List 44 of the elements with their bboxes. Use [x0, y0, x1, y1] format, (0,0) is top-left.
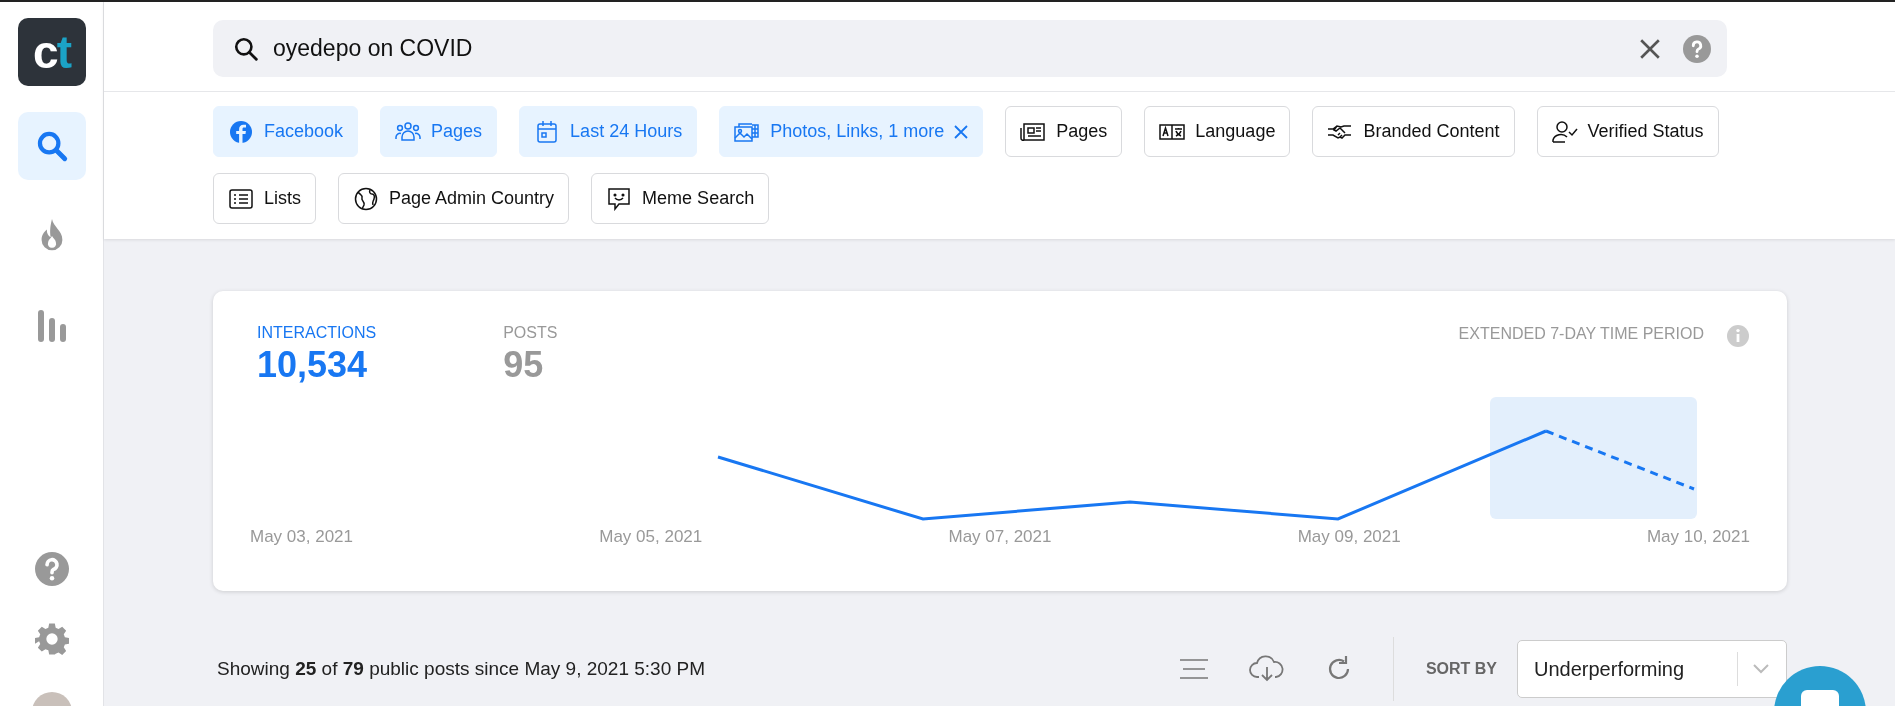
help-icon[interactable]: [1683, 34, 1711, 63]
stat-value: 10,534: [257, 344, 369, 386]
list-icon: [228, 186, 254, 211]
filter-chip[interactable]: Facebook: [213, 106, 359, 157]
filter-chip[interactable]: Pages: [380, 106, 498, 157]
filter-chip[interactable]: Branded Content: [1312, 106, 1515, 157]
filter-chip[interactable]: Verified Status: [1536, 106, 1719, 157]
logo: ct: [17, 18, 86, 86]
cloud-download-icon[interactable]: [1248, 655, 1285, 683]
stat-label[interactable]: INTERACTIONS: [257, 324, 377, 342]
search-field[interactable]: oyedepo on COVID: [273, 35, 1625, 62]
info-icon[interactable]: [1726, 324, 1750, 348]
search-icon: [233, 35, 259, 62]
results-summary: Showing 25 of 79 public posts since May 9, 2021 5:30 PM: [217, 658, 705, 680]
axis-date-label: May 09, 2021: [1297, 527, 1401, 547]
period-label: EXTENDED 7-DAY TIME PERIOD: [1458, 325, 1704, 343]
axis-date-label: May 05, 2021: [599, 527, 703, 547]
close-icon[interactable]: [954, 124, 969, 139]
sort-label: SORT BY: [1425, 660, 1497, 678]
filter-chip[interactable]: Pages: [1005, 106, 1123, 157]
person-check-icon: [1551, 119, 1578, 144]
search-bar[interactable]: oyedepo on COVID: [213, 20, 1727, 77]
filter-chip[interactable]: Last 24 Hours: [519, 106, 698, 157]
search-nav-button[interactable]: [17, 112, 86, 180]
close-icon[interactable]: [1639, 37, 1661, 60]
axis-date-label: May 07, 2021: [948, 527, 1052, 547]
help-icon[interactable]: [34, 552, 69, 586]
bar-chart-icon: [36, 310, 67, 342]
filter-chip[interactable]: Lists: [213, 173, 316, 224]
facebook-icon: [228, 119, 254, 144]
filter-chip[interactable]: Language: [1144, 106, 1291, 157]
speech-bubble-icon: [606, 186, 633, 211]
axis-date-label: May 10, 2021: [1646, 527, 1750, 547]
chevron-down-icon: [1752, 663, 1770, 675]
menu-icon[interactable]: [1178, 658, 1209, 680]
sort-dropdown[interactable]: Underperforming: [1517, 640, 1787, 698]
stat-value: 95: [503, 344, 545, 386]
filter-chip[interactable]: Page Admin Country: [338, 173, 570, 224]
people-icon: [395, 119, 422, 144]
filter-chip[interactable]: Meme Search: [591, 173, 770, 224]
settings-icon[interactable]: [34, 622, 69, 656]
axis-date-label: May 03, 2021: [250, 527, 353, 547]
filter-chip[interactable]: Photos, Links, 1 more: [719, 106, 984, 157]
globe-icon: [353, 186, 379, 211]
